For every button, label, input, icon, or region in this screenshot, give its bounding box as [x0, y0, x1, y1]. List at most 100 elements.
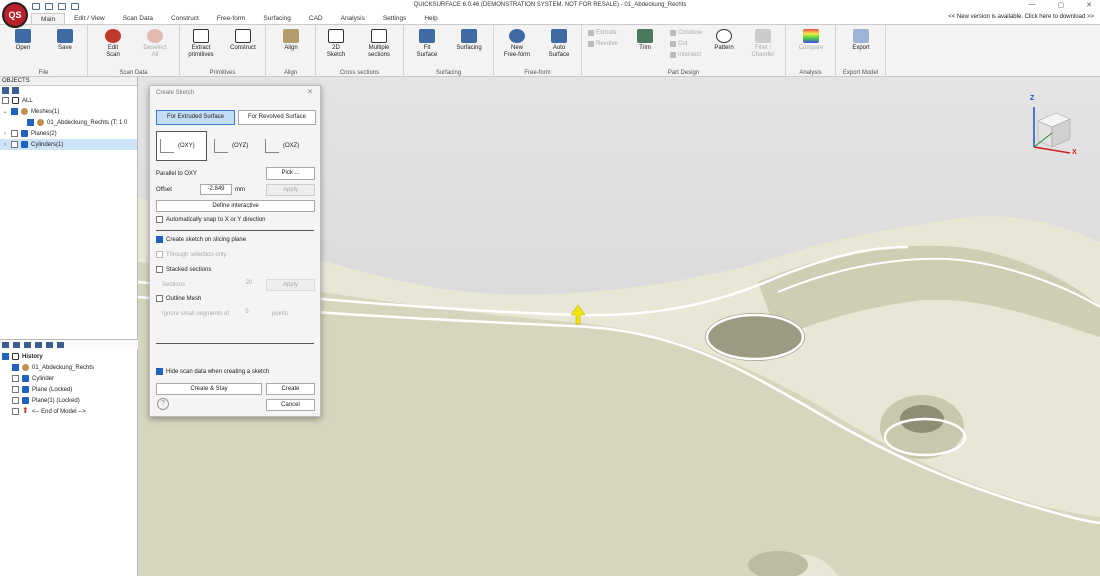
new-free-form-button[interactable]: New Free-form — [502, 29, 532, 58]
intersect-button[interactable]: Intersect — [670, 52, 701, 58]
save-button[interactable]: Save — [50, 29, 80, 52]
checkbox[interactable] — [11, 141, 18, 148]
offset-input[interactable]: -2.849 — [200, 184, 232, 195]
checkbox[interactable] — [11, 130, 18, 137]
deselect-all-button[interactable]: Deselect All — [140, 29, 170, 58]
plane-oyz-option[interactable]: (OYZ) — [214, 131, 248, 161]
history-title-row[interactable]: History — [0, 351, 138, 362]
revolved-surface-button[interactable]: For Revolved Surface — [238, 110, 316, 125]
list-view-icon[interactable] — [2, 341, 9, 348]
view-cube[interactable]: Z X — [1024, 95, 1077, 159]
tree-item-cylinders[interactable]: › Cylinders(1) — [0, 139, 137, 150]
tab-analysis[interactable]: Analysis — [332, 13, 374, 24]
tab-scan-data[interactable]: Scan Data — [114, 13, 162, 24]
tab-help[interactable]: Help — [415, 13, 446, 24]
extract-primitives-button[interactable]: Extract primitives — [186, 29, 216, 58]
tree-item-planes[interactable]: › Planes(2) — [0, 128, 137, 139]
align-button[interactable]: Align — [276, 29, 306, 52]
apply-sections-button[interactable]: Apply — [266, 279, 315, 291]
filter-icon[interactable] — [12, 87, 19, 94]
cut-button[interactable]: Cut — [670, 41, 687, 47]
open-button[interactable]: Open — [8, 29, 38, 52]
play-icon[interactable] — [24, 341, 31, 348]
history-item[interactable]: Plane (Locked) — [0, 384, 138, 395]
checkbox[interactable] — [12, 408, 19, 415]
history-end-item[interactable]: ⬆ <-- End of Model --> — [0, 406, 138, 417]
history-item[interactable]: Cylinder — [0, 373, 138, 384]
checkbox[interactable] — [12, 364, 19, 371]
tab-free-form[interactable]: Free-form — [208, 13, 255, 24]
sections-input[interactable]: 20 — [238, 279, 260, 290]
extrude-button[interactable]: Extrude — [588, 30, 617, 36]
forward-icon[interactable] — [57, 341, 64, 348]
history-item[interactable]: 01_Abdeckung_Rechts — [0, 362, 138, 373]
tree-view-icon[interactable] — [13, 341, 20, 348]
apply-offset-button[interactable]: Apply — [266, 184, 315, 196]
chevron-right-icon[interactable]: › — [2, 131, 8, 137]
surfacing-button[interactable]: Surfacing — [454, 29, 484, 52]
tab-construct[interactable]: Construct — [162, 13, 208, 24]
through-selection-checkbox[interactable]: Through selection only — [156, 251, 226, 258]
minimize-button[interactable]: — — [1029, 1, 1036, 9]
tree-item-mesh[interactable]: 01_Abdeckung_Rechts (T: 1 0 — [0, 117, 137, 128]
define-interactive-button[interactable]: Define interactive — [156, 200, 315, 212]
trim-button[interactable]: Trim — [630, 29, 660, 52]
create-button[interactable]: Create — [266, 383, 315, 395]
expand-all-icon[interactable] — [2, 87, 9, 94]
tree-item-all[interactable]: ALL — [0, 95, 137, 106]
pick-button[interactable]: Pick ... — [266, 167, 315, 180]
plane-oxy-option[interactable]: (OXY) — [156, 131, 207, 161]
plane-oxz-option[interactable]: (OXZ) — [265, 131, 299, 161]
pattern-button[interactable]: Pattern — [709, 29, 739, 52]
history-item[interactable]: Plane(1) (Locked) — [0, 395, 138, 406]
outline-mesh-checkbox[interactable]: Outline Mesh — [156, 295, 201, 302]
stacked-sections-checkbox[interactable]: Stacked sections — [156, 266, 211, 273]
compare-button[interactable]: Compare — [796, 29, 826, 52]
checkbox[interactable] — [12, 375, 19, 382]
tab-edit-view[interactable]: Edit / View — [65, 13, 114, 24]
checkbox[interactable] — [27, 119, 34, 126]
auto-surface-button[interactable]: Auto Surface — [544, 29, 574, 58]
create-and-stay-button[interactable]: Create & Stay — [156, 383, 262, 395]
mesh-icon — [22, 364, 29, 371]
ignore-segments-input[interactable]: 5 — [240, 308, 254, 319]
help-icon[interactable]: ? — [157, 398, 169, 410]
cancel-button[interactable]: Cancel — [266, 399, 315, 411]
tab-settings[interactable]: Settings — [374, 13, 416, 24]
export-button[interactable]: Export — [846, 29, 876, 52]
tab-surfacing[interactable]: Surfacing — [254, 13, 299, 24]
maximize-button[interactable]: ▢ — [1058, 1, 1065, 9]
construct-button[interactable]: Construct — [228, 29, 258, 52]
offset-label: Offset — [156, 187, 172, 193]
tab-main[interactable]: Main — [31, 13, 66, 24]
fit-surface-button[interactable]: Fit Surface — [412, 29, 442, 58]
slicing-plane-checkbox[interactable]: Create sketch on slicing plane — [156, 236, 246, 243]
extruded-surface-button[interactable]: For Extruded Surface — [156, 110, 235, 125]
hide-scan-checkbox[interactable]: Hide scan data when creating a sketch — [156, 368, 269, 375]
checkbox[interactable] — [2, 97, 9, 104]
checkbox[interactable] — [12, 397, 19, 404]
edit-scan-button[interactable]: Edit Scan — [98, 29, 128, 58]
fillet-chamfer-button[interactable]: Fillet / Chamfer — [748, 29, 778, 58]
combine-button[interactable]: Combine — [670, 30, 702, 36]
2d-sketch-button[interactable]: 2D Sketch — [319, 26, 353, 66]
app-logo[interactable]: QS — [2, 2, 28, 28]
chevron-down-icon[interactable]: ⌄ — [2, 108, 8, 115]
tree-item-meshes[interactable]: ⌄ Meshes(1) — [0, 106, 137, 117]
close-button[interactable]: ✕ — [1086, 1, 1092, 9]
checkbox[interactable] — [2, 353, 9, 360]
checkbox[interactable] — [12, 386, 19, 393]
multiple-sections-button[interactable]: Multiple sections — [364, 29, 394, 58]
group-label-cross-sections: Cross sections — [339, 70, 380, 76]
revolve-button[interactable]: Revolve — [588, 41, 618, 47]
close-icon[interactable]: ✕ — [307, 88, 313, 96]
chevron-right-icon[interactable]: › — [2, 142, 8, 148]
points-label: points — [272, 311, 289, 317]
update-notice[interactable]: << New version is available. Click here … — [948, 14, 1094, 20]
checkbox[interactable] — [11, 108, 18, 115]
auto-snap-checkbox[interactable]: Automatically snap to X or Y direction — [156, 216, 266, 223]
filter-icon[interactable] — [35, 341, 42, 348]
rewind-icon[interactable] — [46, 341, 53, 348]
view-cube-icon[interactable] — [1024, 99, 1074, 159]
tab-cad[interactable]: CAD — [300, 13, 332, 24]
